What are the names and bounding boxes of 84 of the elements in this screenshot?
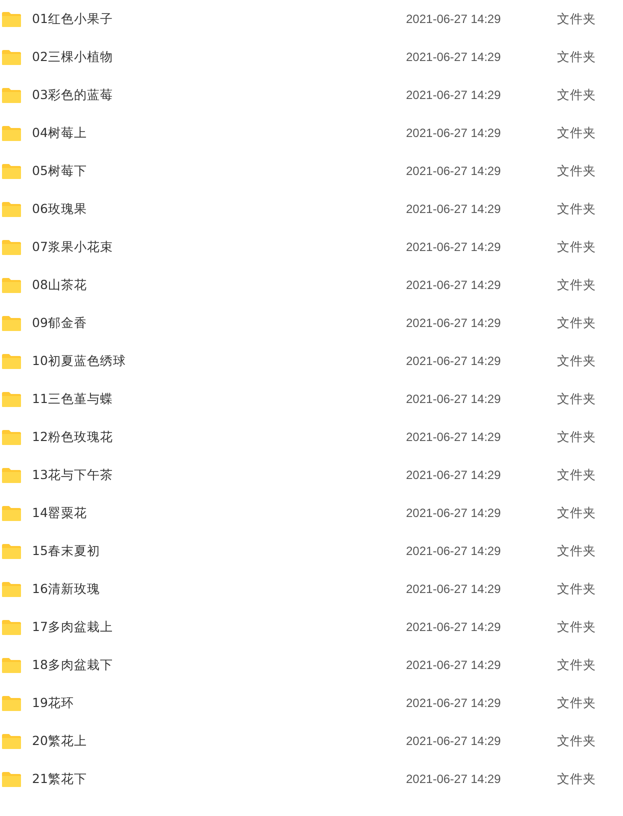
folder-icon bbox=[1, 542, 22, 560]
modified-date: 2021-06-27 14:29 bbox=[406, 240, 501, 254]
folder-name[interactable]: 15春末夏初 bbox=[32, 542, 100, 560]
file-type: 文件夹 bbox=[557, 314, 596, 332]
folder-icon bbox=[1, 694, 22, 712]
folder-name[interactable]: 11三色堇与蝶 bbox=[32, 390, 113, 408]
folder-name[interactable]: 19花环 bbox=[32, 694, 74, 712]
file-type: 文件夹 bbox=[557, 48, 596, 66]
folder-name[interactable]: 06玫瑰果 bbox=[32, 200, 87, 218]
folder-icon bbox=[1, 466, 22, 484]
folder-name[interactable]: 03彩色的蓝莓 bbox=[32, 86, 113, 104]
file-type: 文件夹 bbox=[557, 200, 596, 218]
file-type: 文件夹 bbox=[557, 580, 596, 598]
modified-date: 2021-06-27 14:29 bbox=[406, 582, 501, 596]
modified-date: 2021-06-27 14:29 bbox=[406, 620, 501, 634]
modified-date: 2021-06-27 14:29 bbox=[406, 544, 501, 558]
folder-icon bbox=[1, 48, 22, 66]
modified-date: 2021-06-27 14:29 bbox=[406, 88, 501, 102]
modified-date: 2021-06-27 14:29 bbox=[406, 202, 501, 216]
modified-date: 2021-06-27 14:29 bbox=[406, 126, 501, 140]
folder-name[interactable]: 17多肉盆栽上 bbox=[32, 618, 113, 636]
file-type: 文件夹 bbox=[557, 428, 596, 446]
folder-name[interactable]: 12粉色玫瑰花 bbox=[32, 428, 113, 446]
folder-icon bbox=[1, 504, 22, 522]
folder-icon bbox=[1, 86, 22, 104]
folder-name[interactable]: 02三棵小植物 bbox=[32, 48, 113, 66]
file-type: 文件夹 bbox=[557, 276, 596, 294]
modified-date: 2021-06-27 14:29 bbox=[406, 392, 501, 406]
modified-date: 2021-06-27 14:29 bbox=[406, 50, 501, 64]
file-type: 文件夹 bbox=[557, 542, 596, 560]
folder-icon bbox=[1, 732, 22, 750]
folder-icon bbox=[1, 390, 22, 408]
modified-date: 2021-06-27 14:29 bbox=[406, 316, 501, 330]
folder-name[interactable]: 07浆果小花束 bbox=[32, 238, 113, 256]
file-type: 文件夹 bbox=[557, 124, 596, 142]
modified-date: 2021-06-27 14:29 bbox=[406, 354, 501, 368]
modified-date: 2021-06-27 14:29 bbox=[406, 164, 501, 178]
modified-date: 2021-06-27 14:29 bbox=[406, 696, 501, 710]
folder-icon bbox=[1, 124, 22, 142]
file-type: 文件夹 bbox=[557, 770, 596, 788]
modified-date: 2021-06-27 14:29 bbox=[406, 734, 501, 748]
folder-icon bbox=[1, 162, 22, 180]
folder-name[interactable]: 05树莓下 bbox=[32, 162, 87, 180]
folder-icon bbox=[1, 580, 22, 598]
folder-name[interactable]: 08山茶花 bbox=[32, 276, 87, 294]
modified-date: 2021-06-27 14:29 bbox=[406, 658, 501, 672]
folder-name[interactable]: 14罂粟花 bbox=[32, 504, 87, 522]
modified-date: 2021-06-27 14:29 bbox=[406, 506, 501, 520]
file-type: 文件夹 bbox=[557, 238, 596, 256]
file-type: 文件夹 bbox=[557, 390, 596, 408]
modified-date: 2021-06-27 14:29 bbox=[406, 430, 501, 444]
file-type: 文件夹 bbox=[557, 732, 596, 750]
file-type: 文件夹 bbox=[557, 10, 596, 28]
file-type: 文件夹 bbox=[557, 352, 596, 370]
folder-icon bbox=[1, 10, 22, 28]
folder-icon bbox=[1, 352, 22, 370]
folder-icon bbox=[1, 618, 22, 636]
folder-icon bbox=[1, 238, 22, 256]
folder-name[interactable]: 01红色小果子 bbox=[32, 10, 113, 28]
folder-icon bbox=[1, 314, 22, 332]
file-type: 文件夹 bbox=[557, 656, 596, 674]
file-type: 文件夹 bbox=[557, 618, 596, 636]
folder-name[interactable]: 16清新玫瑰 bbox=[32, 580, 100, 598]
folder-icon bbox=[1, 656, 22, 674]
modified-date: 2021-06-27 14:29 bbox=[406, 468, 501, 482]
file-type: 文件夹 bbox=[557, 504, 596, 522]
folder-name[interactable]: 10初夏蓝色绣球 bbox=[32, 352, 126, 370]
folder-icon bbox=[1, 770, 22, 788]
file-type: 文件夹 bbox=[557, 162, 596, 180]
modified-date: 2021-06-27 14:29 bbox=[406, 772, 501, 786]
modified-date: 2021-06-27 14:29 bbox=[406, 12, 501, 26]
file-type: 文件夹 bbox=[557, 466, 596, 484]
folder-icon bbox=[1, 276, 22, 294]
modified-date: 2021-06-27 14:29 bbox=[406, 278, 501, 292]
folder-name[interactable]: 09郁金香 bbox=[32, 314, 87, 332]
folder-name[interactable]: 13花与下午茶 bbox=[32, 466, 113, 484]
folder-name[interactable]: 04树莓上 bbox=[32, 124, 87, 142]
folder-icon bbox=[1, 428, 22, 446]
folder-name[interactable]: 18多肉盆栽下 bbox=[32, 656, 113, 674]
folder-name[interactable]: 20繁花上 bbox=[32, 732, 87, 750]
file-type: 文件夹 bbox=[557, 86, 596, 104]
file-type: 文件夹 bbox=[557, 694, 596, 712]
folder-icon bbox=[1, 200, 22, 218]
folder-name[interactable]: 21繁花下 bbox=[32, 770, 87, 788]
